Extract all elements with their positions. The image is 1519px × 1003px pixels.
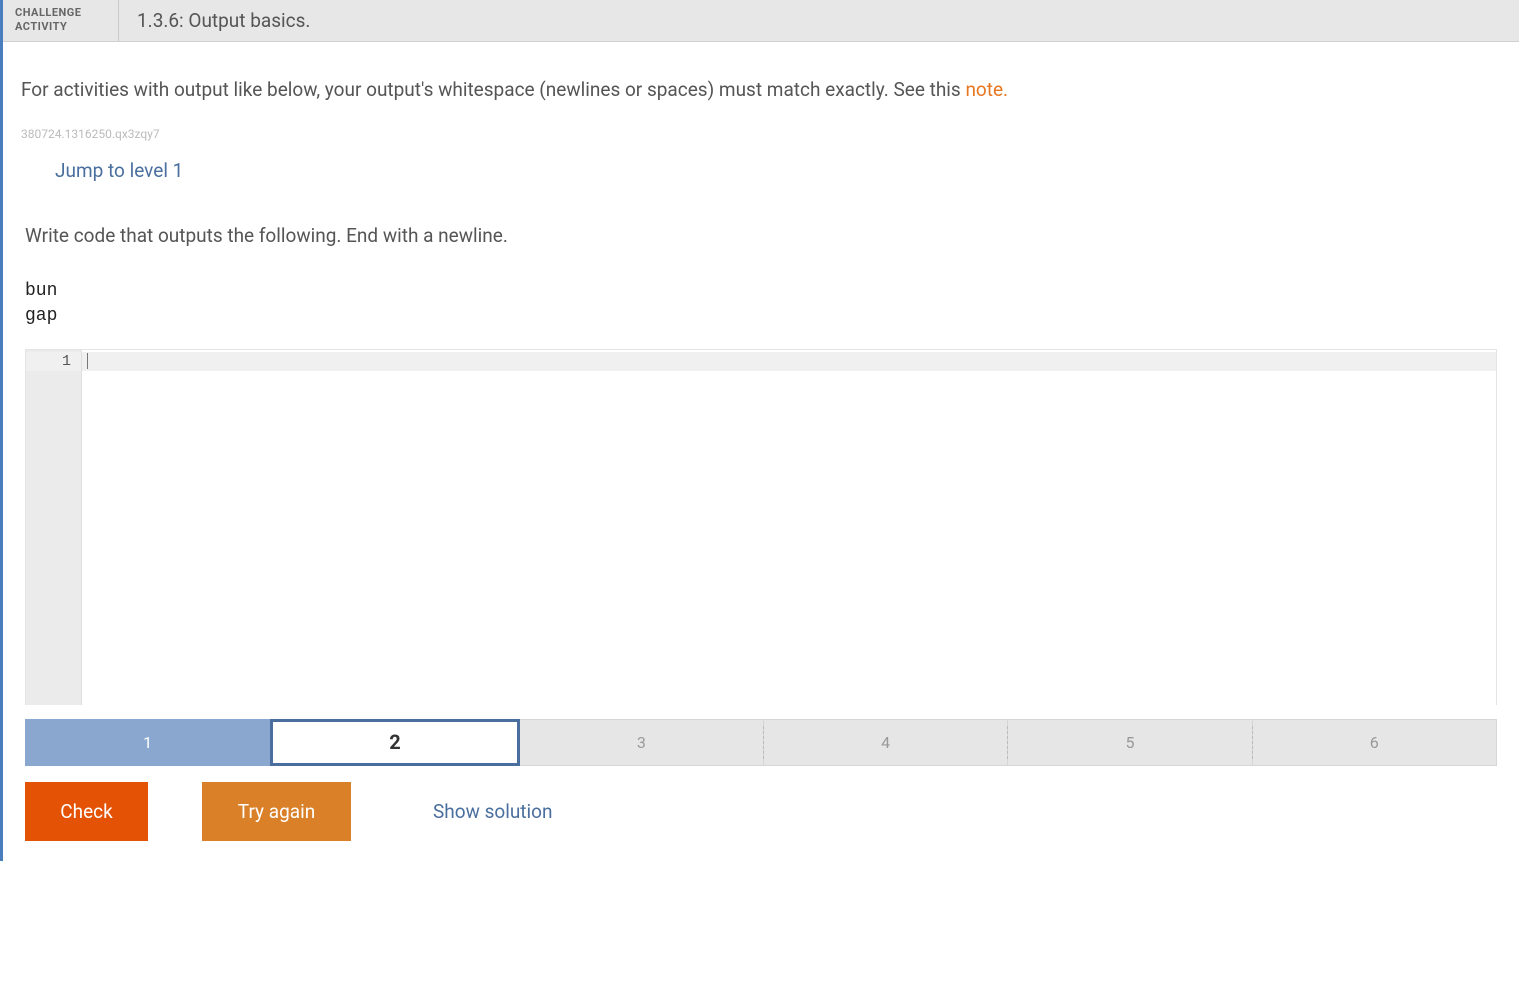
- expected-output: bun gap: [25, 279, 1497, 329]
- activity-header: CHALLENGE ACTIVITY 1.3.6: Output basics.: [3, 0, 1519, 42]
- activity-type-line2: ACTIVITY: [15, 20, 114, 34]
- level-5[interactable]: 5: [1008, 719, 1252, 766]
- level-5-label: 5: [1125, 733, 1134, 752]
- level-1[interactable]: 1: [25, 719, 270, 766]
- level-selector: 1 2 3 4 5 6: [25, 719, 1497, 766]
- whitespace-instruction: For activities with output like below, y…: [21, 78, 1497, 101]
- tracking-id: 380724.1316250.qx3zqy7: [21, 127, 1497, 141]
- line-number: 1: [26, 352, 81, 371]
- level-3-label: 3: [637, 733, 646, 752]
- level-1-label: 1: [143, 733, 152, 752]
- level-6[interactable]: 6: [1253, 719, 1497, 766]
- action-buttons: Check Try again Show solution: [25, 782, 1497, 861]
- activity-content: For activities with output like below, y…: [3, 42, 1519, 861]
- level-4[interactable]: 4: [764, 719, 1008, 766]
- show-solution-button[interactable]: Show solution: [423, 782, 562, 841]
- code-editor[interactable]: 1: [25, 349, 1497, 705]
- level-3[interactable]: 3: [520, 719, 764, 766]
- editor-gutter: 1: [26, 350, 82, 705]
- activity-title: 1.3.6: Output basics.: [119, 9, 310, 32]
- code-line[interactable]: [82, 352, 1496, 371]
- level-4-label: 4: [881, 733, 890, 752]
- activity-container: CHALLENGE ACTIVITY 1.3.6: Output basics.…: [0, 0, 1519, 861]
- activity-type-label: CHALLENGE ACTIVITY: [11, 0, 119, 41]
- prompt-text: Write code that outputs the following. E…: [25, 224, 1497, 247]
- jump-to-level-link[interactable]: Jump to level 1: [55, 159, 183, 182]
- level-2[interactable]: 2: [270, 719, 519, 766]
- cursor-icon: [87, 353, 88, 369]
- activity-type-line1: CHALLENGE: [15, 6, 114, 20]
- check-button[interactable]: Check: [25, 782, 148, 841]
- try-again-button[interactable]: Try again: [202, 782, 351, 841]
- level-6-label: 6: [1370, 733, 1379, 752]
- level-2-label: 2: [389, 730, 400, 754]
- code-area[interactable]: [82, 350, 1496, 705]
- instruction-text: For activities with output like below, y…: [21, 78, 965, 101]
- note-link[interactable]: note.: [965, 78, 1008, 101]
